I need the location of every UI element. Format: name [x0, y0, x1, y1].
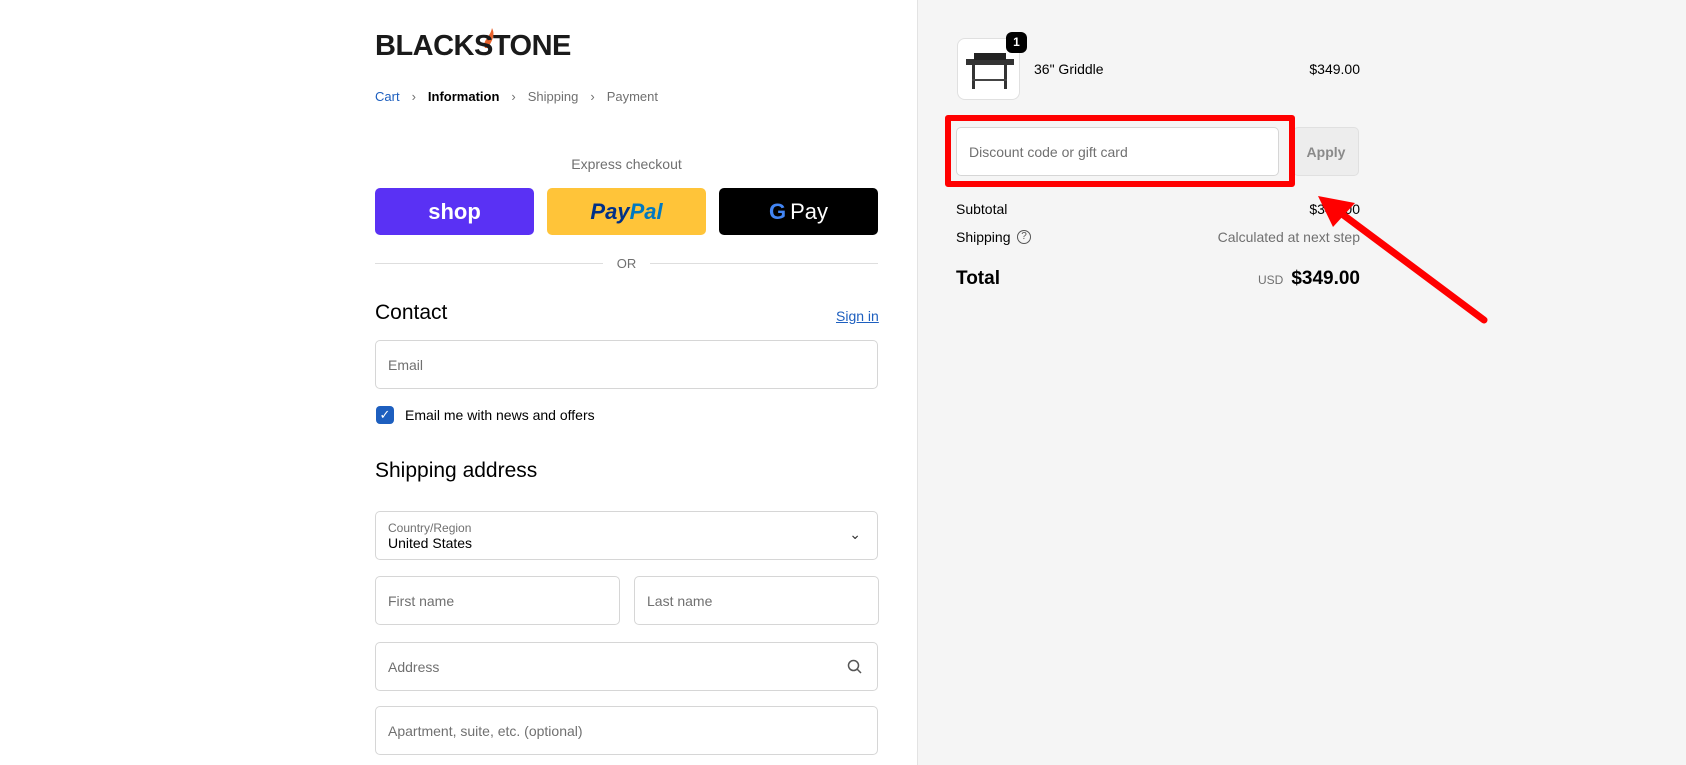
apartment-placeholder: Apartment, suite, etc. (optional) [388, 722, 583, 739]
chevron-down-icon: ⌄ [849, 526, 861, 542]
newsletter-checkbox[interactable]: ✓ [376, 406, 394, 424]
newsletter-label: Email me with news and offers [405, 407, 595, 423]
breadcrumb: Cart › Information › Shipping › Payment [375, 89, 658, 104]
google-pay-button[interactable]: G Pay [719, 188, 878, 235]
breadcrumb-payment: Payment [606, 89, 659, 104]
quantity-badge: 1 [1006, 32, 1027, 53]
total-value: $349.00 [1291, 268, 1360, 289]
help-icon[interactable]: ? [1017, 230, 1031, 244]
contact-heading: Contact [375, 301, 448, 324]
shop-pay-button[interactable]: shop [375, 188, 534, 235]
chevron-right-icon: › [590, 89, 595, 104]
breadcrumb-shipping: Shipping [527, 89, 579, 104]
shipping-value: Calculated at next step [1217, 229, 1360, 245]
divider [650, 263, 878, 264]
last-name-placeholder: Last name [647, 592, 713, 609]
chevron-right-icon: › [511, 89, 516, 104]
chevron-right-icon: › [411, 89, 416, 104]
shipping-address-heading: Shipping address [375, 459, 538, 482]
last-name-input[interactable]: Last name [634, 576, 879, 625]
email-input[interactable]: Email [375, 340, 878, 389]
country-label: Country/Region [388, 520, 472, 535]
paypal-button[interactable]: Pay Pal [547, 188, 706, 235]
apply-button[interactable]: Apply [1293, 127, 1359, 176]
gpay-label: Pay [790, 198, 829, 224]
first-name-input[interactable]: First name [375, 576, 620, 625]
total-label: Total [956, 268, 1000, 289]
subtotal-label: Subtotal [956, 201, 1008, 217]
shop-label: shop [428, 198, 481, 224]
email-placeholder: Email [388, 356, 424, 373]
paypal-label-a: Pay [590, 198, 630, 224]
google-g-icon: G [768, 198, 787, 224]
search-icon [847, 659, 862, 674]
first-name-placeholder: First name [388, 592, 455, 609]
express-checkout-title: Express checkout [571, 156, 682, 172]
address-input[interactable]: Address [375, 642, 878, 691]
apartment-input[interactable]: Apartment, suite, etc. (optional) [375, 706, 878, 755]
country-value: United States [388, 534, 473, 551]
breadcrumb-information: Information [427, 89, 500, 104]
subtotal-value: $349.00 [1309, 201, 1360, 217]
paypal-label-b: Pal [629, 198, 663, 224]
blackstone-logo[interactable]: BLACKSTONE [375, 30, 571, 63]
address-placeholder: Address [388, 658, 440, 675]
country-select[interactable]: Country/Region United States ⌄ [375, 511, 878, 560]
product-name: 36" Griddle [1034, 61, 1104, 77]
product-price: $349.00 [1309, 61, 1360, 77]
breadcrumb-cart[interactable]: Cart [375, 89, 400, 104]
sign-in-link[interactable]: Sign in [836, 308, 879, 324]
total-amount: USD $349.00 [1258, 268, 1360, 290]
annotation-highlight-box [945, 115, 1295, 187]
shipping-label: Shipping [956, 229, 1011, 245]
currency-code: USD [1257, 273, 1284, 287]
